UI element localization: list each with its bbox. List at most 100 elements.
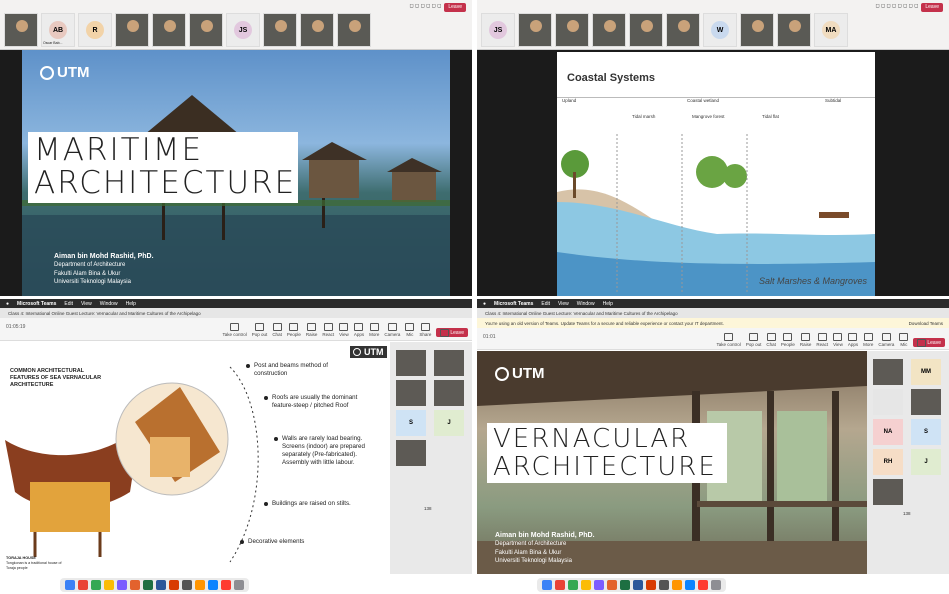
dock-app-icon[interactable] — [581, 580, 591, 590]
participant-tile[interactable]: NA — [873, 419, 903, 445]
participant-tile[interactable] — [434, 380, 464, 406]
participant-thumbnail[interactable] — [337, 13, 371, 47]
participant-thumbnail[interactable] — [189, 13, 223, 47]
toolbar-button[interactable]: Chat — [766, 333, 776, 347]
dock-app-icon[interactable] — [685, 580, 695, 590]
participant-tile[interactable]: S — [911, 419, 941, 445]
participant-thumbnail[interactable]: JS — [226, 13, 260, 47]
dock-app-icon[interactable] — [78, 580, 88, 590]
dock-app-icon[interactable] — [169, 580, 179, 590]
toolbar-button[interactable]: Apps — [848, 333, 858, 347]
toolbar-button[interactable]: More — [369, 323, 379, 337]
participant-thumbnail[interactable] — [555, 13, 589, 47]
toolbar-button[interactable]: Pop out — [252, 323, 268, 337]
dock-app-icon[interactable] — [698, 580, 708, 590]
participant-tile[interactable] — [434, 350, 464, 376]
dock-app-icon[interactable] — [221, 580, 231, 590]
participant-tile[interactable]: J — [911, 449, 941, 475]
participant-thumbnail[interactable] — [777, 13, 811, 47]
participant-thumbnail[interactable] — [152, 13, 186, 47]
participant-thumbnail[interactable] — [740, 13, 774, 47]
toolbar-button[interactable]: View — [339, 323, 349, 337]
dock-app-icon[interactable] — [711, 580, 721, 590]
toolbar-button[interactable]: Camera — [878, 333, 894, 347]
participant-thumbnail[interactable]: AB Oscar Bab... — [41, 13, 75, 47]
dock-app-icon[interactable] — [91, 580, 101, 590]
toolbar-button[interactable]: Raise — [800, 333, 812, 347]
participant-thumbnail[interactable]: JS — [481, 13, 515, 47]
toolbar-button[interactable]: Take control — [717, 333, 741, 347]
toolbar-button[interactable]: Pop out — [746, 333, 762, 347]
participant-thumbnail[interactable] — [592, 13, 626, 47]
menubar-item[interactable]: Window — [100, 301, 118, 307]
dock-app-icon[interactable] — [65, 580, 75, 590]
menubar-item[interactable]: Help — [603, 301, 613, 307]
participant-tile[interactable] — [911, 389, 941, 415]
participant-tile[interactable] — [396, 350, 426, 376]
toolbar-button[interactable]: Camera — [384, 323, 400, 337]
dock-app-icon[interactable] — [659, 580, 669, 590]
toolbar-button[interactable]: React — [322, 323, 334, 337]
toolbar-button[interactable]: More — [863, 333, 873, 347]
toolbar-button[interactable]: Mic — [405, 323, 414, 337]
toolbar-button[interactable]: React — [816, 333, 828, 347]
dock-app-icon[interactable] — [143, 580, 153, 590]
participant-thumbnail[interactable]: R — [78, 13, 112, 47]
participant-tile[interactable] — [873, 359, 903, 385]
participant-thumbnail[interactable] — [518, 13, 552, 47]
participant-thumbnail[interactable]: MA — [814, 13, 848, 47]
dock-app-icon[interactable] — [208, 580, 218, 590]
leave-button[interactable]: Leave — [436, 328, 468, 337]
participant-thumbnail[interactable] — [263, 13, 297, 47]
menubar-item[interactable]: View — [558, 301, 569, 307]
participant-thumbnail[interactable] — [300, 13, 334, 47]
dock-app-icon[interactable] — [594, 580, 604, 590]
leave-button[interactable]: Leave — [913, 338, 945, 347]
menubar-item[interactable]: Help — [126, 301, 136, 307]
dock-app-icon[interactable] — [646, 580, 656, 590]
dock-app-icon[interactable] — [633, 580, 643, 590]
toolbar-button[interactable]: People — [287, 323, 301, 337]
participant-tile[interactable] — [396, 440, 426, 466]
toolbar-button[interactable]: People — [781, 333, 795, 347]
participant-thumbnail[interactable] — [115, 13, 149, 47]
dock-app-icon[interactable] — [607, 580, 617, 590]
dock-app-icon[interactable] — [117, 580, 127, 590]
participant-tile[interactable]: J — [434, 410, 464, 436]
participant-thumbnail[interactable] — [666, 13, 700, 47]
dock-app-icon[interactable] — [156, 580, 166, 590]
toolbar-button[interactable]: View — [833, 333, 843, 347]
toolbar-button[interactable]: Raise — [306, 323, 318, 337]
participant-tile[interactable] — [873, 389, 903, 415]
toolbar-button[interactable]: Share — [419, 323, 431, 337]
menubar-item[interactable]: View — [81, 301, 92, 307]
dock-app-icon[interactable] — [104, 580, 114, 590]
participant-tile[interactable] — [396, 380, 426, 406]
dock-app-icon[interactable] — [542, 580, 552, 590]
menubar-item[interactable]: Edit — [541, 301, 550, 307]
participant-tile[interactable]: S — [396, 410, 426, 436]
participant-tile[interactable] — [873, 479, 903, 505]
toolbar-button[interactable]: Apps — [354, 323, 364, 337]
leave-button[interactable]: Leave — [921, 2, 943, 12]
dock-app-icon[interactable] — [130, 580, 140, 590]
toolbar-button[interactable]: Mic — [899, 333, 908, 347]
leave-button[interactable]: Leave — [444, 2, 466, 12]
dock-app-icon[interactable] — [555, 580, 565, 590]
participant-thumbnail[interactable]: W — [703, 13, 737, 47]
dock-app-icon[interactable] — [182, 580, 192, 590]
participant-thumbnail[interactable] — [4, 13, 38, 47]
participant-thumbnail[interactable] — [629, 13, 663, 47]
menubar-item[interactable]: Edit — [64, 301, 73, 307]
participant-tile[interactable]: RH — [873, 449, 903, 475]
dock-app-icon[interactable] — [195, 580, 205, 590]
dock-app-icon[interactable] — [672, 580, 682, 590]
menubar-item[interactable]: Window — [577, 301, 595, 307]
toolbar-button[interactable]: Chat — [272, 323, 282, 337]
toolbar-button[interactable]: Take control — [223, 323, 247, 337]
dock-app-icon[interactable] — [234, 580, 244, 590]
participant-tile[interactable]: MM — [911, 359, 941, 385]
dock-app-icon[interactable] — [568, 580, 578, 590]
dock-app-icon[interactable] — [620, 580, 630, 590]
download-teams-link[interactable]: Download Teams — [909, 321, 949, 326]
